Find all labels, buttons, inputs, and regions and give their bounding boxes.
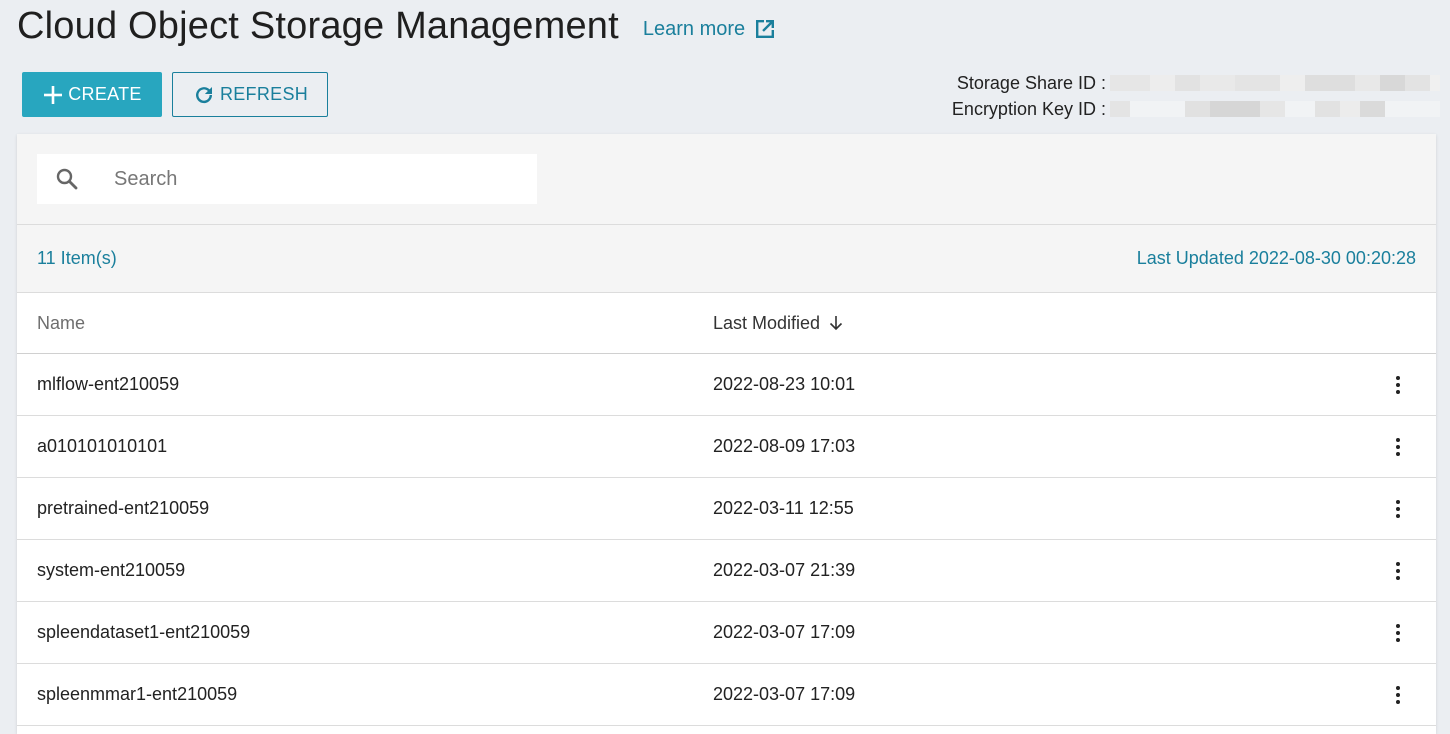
search-input[interactable] — [112, 166, 516, 192]
row-last-modified: 2022-03-11 12:55 — [713, 498, 854, 518]
refresh-icon — [195, 86, 212, 103]
encryption-key-id-redacted — [1110, 101, 1440, 117]
search-box[interactable] — [37, 154, 537, 204]
row-last-modified: 2022-08-23 10:01 — [713, 374, 856, 394]
search-icon — [56, 168, 78, 190]
row-name: a010101010101 — [37, 436, 168, 456]
row-last-modified: 2022-08-09 17:03 — [713, 436, 856, 456]
search-area — [17, 134, 1436, 225]
table-header: Name Last Modified — [17, 293, 1436, 354]
page-title: Cloud Object Storage Management — [17, 4, 619, 47]
storage-share-id-label: Storage Share ID : — [956, 72, 1106, 93]
item-count: 11 Item(s) — [37, 248, 117, 268]
storage-share-id-row: Storage Share ID : — [952, 70, 1440, 96]
learn-more-link[interactable]: Learn more — [643, 17, 777, 41]
row-name: pretrained-ent210059 — [37, 498, 210, 518]
encryption-key-id-row: Encryption Key ID : — [952, 96, 1440, 122]
column-header-name[interactable]: Name — [17, 313, 713, 334]
last-updated: Last Updated 2022-08-30 00:20:28 — [1136, 248, 1416, 268]
encryption-key-id-label: Encryption Key ID : — [951, 98, 1106, 119]
storage-share-id-redacted — [1110, 75, 1440, 91]
learn-more-label: Learn more — [642, 17, 746, 40]
kebab-menu-icon[interactable] — [1386, 370, 1410, 400]
kebab-menu-icon[interactable] — [1386, 618, 1410, 648]
create-label: CREATE — [68, 84, 142, 104]
kebab-menu-icon[interactable] — [1386, 556, 1410, 586]
table-row[interactable]: spleendataset1-ent210059 2022-03-07 17:0… — [17, 602, 1436, 664]
resource-ids: Storage Share ID : Encryption Key ID : — [952, 70, 1440, 122]
page-title-row: Cloud Object Storage Management Learn mo… — [17, 2, 777, 50]
row-last-modified: 2022-03-07 17:09 — [713, 684, 856, 704]
refresh-label: REFRESH — [219, 84, 309, 104]
plus-icon — [44, 85, 63, 104]
kebab-menu-icon[interactable] — [1386, 680, 1410, 710]
table-row[interactable]: pretrained-ent210059 2022-03-11 12:55 — [17, 478, 1436, 540]
row-last-modified: 2022-03-07 17:09 — [713, 622, 856, 642]
row-name: mlflow-ent210059 — [37, 374, 180, 394]
storage-panel: 11 Item(s) Last Updated 2022-08-30 00:20… — [17, 134, 1436, 734]
table-body: mlflow-ent210059 2022-08-23 10:01 a01010… — [17, 354, 1436, 726]
arrow-down-icon — [829, 316, 843, 331]
kebab-menu-icon[interactable] — [1386, 494, 1410, 524]
column-header-last-modified-label: Last Modified — [713, 312, 821, 333]
table-row[interactable]: system-ent210059 2022-03-07 21:39 — [17, 540, 1436, 602]
table-row[interactable]: a010101010101 2022-08-09 17:03 — [17, 416, 1436, 478]
row-name: spleendataset1-ent210059 — [37, 622, 251, 642]
refresh-button[interactable]: REFRESH — [172, 72, 328, 117]
table-row[interactable]: spleenmmar1-ent210059 2022-03-07 17:09 — [17, 664, 1436, 726]
row-name: system-ent210059 — [37, 560, 186, 580]
external-link-icon — [756, 20, 775, 38]
row-name: spleenmmar1-ent210059 — [37, 684, 238, 704]
table-row[interactable]: mlflow-ent210059 2022-08-23 10:01 — [17, 354, 1436, 416]
column-header-last-modified[interactable]: Last Modified — [713, 313, 846, 334]
row-last-modified: 2022-03-07 21:39 — [713, 560, 856, 580]
create-button[interactable]: CREATE — [22, 72, 162, 117]
kebab-menu-icon[interactable] — [1386, 432, 1410, 462]
summary-row: 11 Item(s) Last Updated 2022-08-30 00:20… — [17, 225, 1436, 293]
